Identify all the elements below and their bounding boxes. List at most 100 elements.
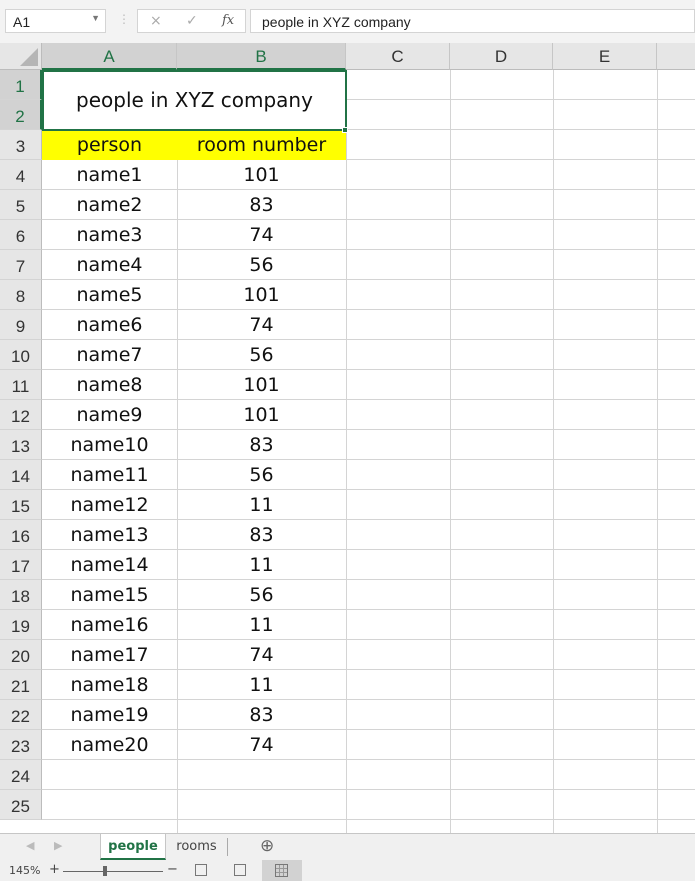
room-number-cell[interactable]: 101: [177, 280, 346, 310]
row-header-12[interactable]: 12: [0, 400, 42, 430]
person-cell[interactable]: name4: [42, 250, 177, 280]
person-cell[interactable]: name15: [42, 580, 177, 610]
row-header-25[interactable]: 25: [0, 790, 42, 820]
row-header-2[interactable]: 2: [0, 100, 42, 130]
tab-people[interactable]: people: [100, 834, 166, 860]
column-header-c[interactable]: C: [346, 43, 450, 70]
person-cell[interactable]: name7: [42, 340, 177, 370]
zoom-slider-thumb[interactable]: [103, 866, 107, 876]
chevron-down-icon[interactable]: ▼: [91, 13, 100, 23]
room-number-cell[interactable]: 74: [177, 310, 346, 340]
person-cell[interactable]: name5: [42, 280, 177, 310]
room-number-cell[interactable]: 101: [177, 160, 346, 190]
row-header-10[interactable]: 10: [0, 340, 42, 370]
room-number-cell[interactable]: 56: [177, 250, 346, 280]
person-cell[interactable]: name10: [42, 430, 177, 460]
room-number-cell[interactable]: 56: [177, 580, 346, 610]
room-number-cell[interactable]: 11: [177, 550, 346, 580]
gridline: [42, 819, 695, 820]
person-cell[interactable]: name20: [42, 730, 177, 760]
row-header-22[interactable]: 22: [0, 700, 42, 730]
name-box[interactable]: A1 ▼: [5, 9, 106, 33]
person-cell[interactable]: name12: [42, 490, 177, 520]
room-number-cell[interactable]: 74: [177, 220, 346, 250]
column-header-b[interactable]: B: [177, 43, 346, 70]
title-cell[interactable]: people in XYZ company: [42, 70, 347, 131]
zoom-out-button[interactable]: −: [167, 862, 178, 877]
select-all-button[interactable]: [0, 43, 42, 70]
row-header-23[interactable]: 23: [0, 730, 42, 760]
name-box-value: A1: [13, 14, 31, 30]
person-cell[interactable]: name19: [42, 700, 177, 730]
row-header-24[interactable]: 24: [0, 760, 42, 790]
row-header-11[interactable]: 11: [0, 370, 42, 400]
row-header-21[interactable]: 21: [0, 670, 42, 700]
room-number-cell[interactable]: 74: [177, 640, 346, 670]
row-header-8[interactable]: 8: [0, 280, 42, 310]
page-layout-view-icon[interactable]: [234, 864, 246, 876]
row-header-7[interactable]: 7: [0, 250, 42, 280]
scroll-right-icon[interactable]: ▶: [54, 839, 62, 852]
row-header-16[interactable]: 16: [0, 520, 42, 550]
zoom-slider[interactable]: [63, 871, 163, 872]
row-header-6[interactable]: 6: [0, 220, 42, 250]
add-sheet-icon[interactable]: ⊕: [260, 836, 274, 856]
person-cell[interactable]: name16: [42, 610, 177, 640]
room-number-cell[interactable]: 11: [177, 490, 346, 520]
gridline: [450, 70, 451, 833]
person-cell[interactable]: name2: [42, 190, 177, 220]
person-cell[interactable]: name8: [42, 370, 177, 400]
fill-handle[interactable]: [342, 127, 348, 133]
row-header-5[interactable]: 5: [0, 190, 42, 220]
column-header-a[interactable]: A: [42, 43, 177, 70]
row-header-20[interactable]: 20: [0, 640, 42, 670]
normal-view-button[interactable]: [262, 860, 302, 881]
header-person[interactable]: person: [42, 130, 177, 160]
room-number-cell[interactable]: 101: [177, 400, 346, 430]
room-number-cell[interactable]: 83: [177, 700, 346, 730]
room-number-cell[interactable]: 11: [177, 670, 346, 700]
cancel-icon[interactable]: ×: [150, 13, 162, 29]
column-header-e[interactable]: E: [553, 43, 657, 70]
person-cell[interactable]: name18: [42, 670, 177, 700]
drag-handle-icon[interactable]: ⋮: [118, 12, 130, 26]
room-number-cell[interactable]: 83: [177, 430, 346, 460]
room-number-cell[interactable]: 56: [177, 340, 346, 370]
column-header-f[interactable]: [657, 43, 695, 70]
row-header-1[interactable]: 1: [0, 70, 42, 100]
person-cell[interactable]: name1: [42, 160, 177, 190]
gridline: [657, 70, 658, 833]
row-header-19[interactable]: 19: [0, 610, 42, 640]
room-number-cell[interactable]: 74: [177, 730, 346, 760]
person-cell[interactable]: name9: [42, 400, 177, 430]
row-header-17[interactable]: 17: [0, 550, 42, 580]
formula-input[interactable]: people in XYZ company: [250, 9, 695, 33]
person-cell[interactable]: name11: [42, 460, 177, 490]
tab-rooms[interactable]: rooms: [166, 838, 228, 856]
zoom-in-button[interactable]: +: [49, 862, 60, 877]
person-cell[interactable]: name17: [42, 640, 177, 670]
room-number-cell[interactable]: 83: [177, 190, 346, 220]
enter-icon[interactable]: ✓: [186, 13, 198, 29]
row-header-9[interactable]: 9: [0, 310, 42, 340]
fx-icon[interactable]: fx: [222, 13, 234, 28]
scroll-left-icon[interactable]: ◀: [26, 839, 34, 852]
room-number-cell[interactable]: 11: [177, 610, 346, 640]
page-break-view-icon[interactable]: [195, 864, 207, 876]
row-header-18[interactable]: 18: [0, 580, 42, 610]
row-header-4[interactable]: 4: [0, 160, 42, 190]
room-number-cell[interactable]: 83: [177, 520, 346, 550]
row-header-13[interactable]: 13: [0, 430, 42, 460]
person-cell[interactable]: name13: [42, 520, 177, 550]
zoom-level[interactable]: 145%: [9, 864, 40, 877]
person-cell[interactable]: name6: [42, 310, 177, 340]
room-number-cell[interactable]: 101: [177, 370, 346, 400]
room-number-cell[interactable]: 56: [177, 460, 346, 490]
column-header-d[interactable]: D: [450, 43, 553, 70]
row-header-3[interactable]: 3: [0, 130, 42, 160]
row-header-15[interactable]: 15: [0, 490, 42, 520]
person-cell[interactable]: name3: [42, 220, 177, 250]
row-header-14[interactable]: 14: [0, 460, 42, 490]
header-room-number[interactable]: room number: [177, 130, 346, 160]
person-cell[interactable]: name14: [42, 550, 177, 580]
